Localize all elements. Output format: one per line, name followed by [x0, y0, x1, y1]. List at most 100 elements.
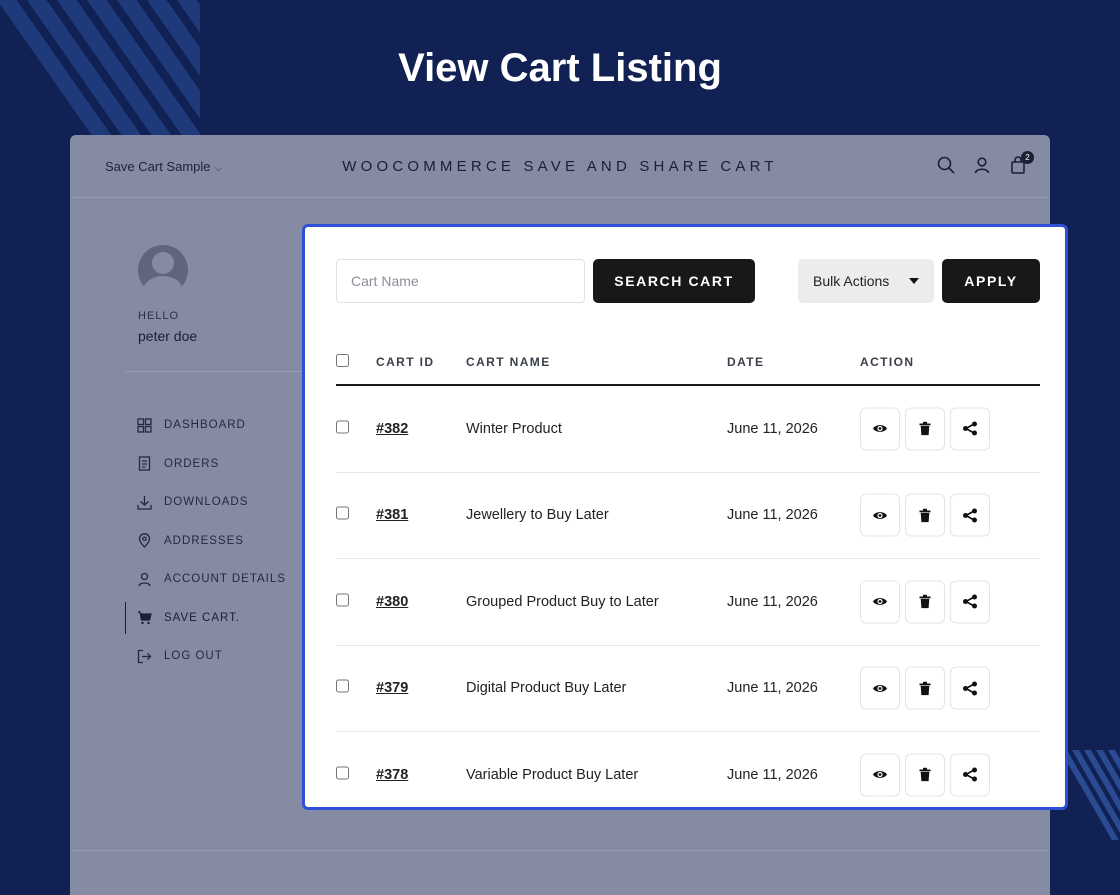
- table-row: #380 Grouped Product Buy to Later June 1…: [336, 559, 1040, 646]
- account-sidebar: HELLO peter doe DASHBOARD ORDERS DOWNLOA…: [125, 245, 305, 663]
- cart-name: Grouped Product Buy to Later: [466, 593, 659, 610]
- site-brand[interactable]: WOOCOMMERCE SAVE AND SHARE CART: [70, 158, 1050, 175]
- delete-button[interactable]: [905, 753, 945, 797]
- delete-button[interactable]: [905, 493, 945, 537]
- table-row: #382 Winter Product June 11, 2026: [336, 386, 1040, 473]
- share-button[interactable]: [950, 493, 990, 537]
- nav-item-save-cart[interactable]: SAVE CART.: [125, 599, 286, 638]
- eye-icon: [873, 684, 887, 692]
- share-button[interactable]: [950, 753, 990, 797]
- nav-item-dashboard[interactable]: DASHBOARD: [125, 406, 286, 445]
- eye-icon: [873, 511, 887, 519]
- nav-item-orders[interactable]: ORDERS: [125, 445, 286, 484]
- user-icon: [137, 572, 152, 587]
- view-button[interactable]: [860, 493, 900, 537]
- trash-icon: [919, 681, 931, 695]
- cart-name: Winter Product: [466, 420, 562, 437]
- orders-icon: [137, 456, 152, 471]
- search-icon[interactable]: [936, 155, 956, 175]
- cart-date: June 11, 2026: [727, 507, 818, 524]
- footer-divider: [70, 850, 1050, 851]
- row-checkbox[interactable]: [336, 420, 349, 434]
- share-icon: [963, 508, 977, 523]
- nav-label: DASHBOARD: [164, 419, 246, 432]
- nav-label: ORDERS: [164, 457, 220, 470]
- row-checkbox[interactable]: [336, 679, 349, 693]
- share-icon: [963, 681, 977, 696]
- cart-name: Jewellery to Buy Later: [466, 507, 609, 524]
- table-row: #379 Digital Product Buy Later June 11, …: [336, 646, 1040, 732]
- divider: [125, 371, 305, 372]
- select-all-checkbox-wrap: [336, 354, 349, 370]
- cart-icon: [137, 610, 152, 625]
- nav-label: LOG OUT: [164, 650, 223, 663]
- table-header: CART ID CART NAME DATE ACTION: [336, 340, 1040, 386]
- nav-item-account-details[interactable]: ACCOUNT DETAILS: [125, 560, 286, 599]
- logout-icon: [137, 649, 152, 664]
- cart-date: June 11, 2026: [727, 420, 818, 437]
- dashboard-icon: [137, 418, 152, 433]
- nav-item-addresses[interactable]: ADDRESSES: [125, 522, 286, 561]
- bulk-actions-select[interactable]: Bulk Actions: [798, 259, 934, 303]
- trash-icon: [919, 422, 931, 436]
- row-actions: [860, 580, 990, 624]
- caret-down-icon: [909, 278, 919, 284]
- share-icon: [963, 767, 977, 782]
- hello-label: HELLO: [138, 310, 180, 322]
- header-icons: 2: [936, 151, 1034, 175]
- cart-name: Digital Product Buy Later: [466, 680, 627, 697]
- row-actions: [860, 753, 990, 797]
- account-nav: DASHBOARD ORDERS DOWNLOADS ADDRESSES ACC…: [125, 406, 286, 676]
- row-actions: [860, 407, 990, 451]
- row-checkbox[interactable]: [336, 593, 349, 607]
- nav-label: DOWNLOADS: [164, 496, 249, 509]
- select-all-checkbox[interactable]: [336, 354, 349, 367]
- cart-listing-panel: SEARCH CART Bulk Actions APPLY CART ID C…: [302, 224, 1068, 810]
- delete-button[interactable]: [905, 580, 945, 624]
- share-icon: [963, 594, 977, 609]
- trash-icon: [919, 508, 931, 522]
- search-cart-button[interactable]: SEARCH CART: [593, 259, 755, 303]
- table-row: #378 Variable Product Buy Later June 11,…: [336, 732, 1040, 818]
- nav-label: ADDRESSES: [164, 534, 244, 547]
- cart-id-link[interactable]: #379: [376, 680, 408, 696]
- nav-label: SAVE CART.: [164, 611, 241, 624]
- share-button[interactable]: [950, 407, 990, 451]
- cart-id-link[interactable]: #380: [376, 594, 408, 610]
- cart-id-link[interactable]: #378: [376, 767, 408, 783]
- header-cart-id: CART ID: [376, 355, 435, 369]
- row-checkbox[interactable]: [336, 766, 349, 780]
- user-icon[interactable]: [972, 155, 992, 175]
- view-button[interactable]: [860, 753, 900, 797]
- view-button[interactable]: [860, 666, 900, 710]
- header-cart-name: CART NAME: [466, 355, 551, 369]
- nav-label: ACCOUNT DETAILS: [164, 573, 286, 586]
- cart-id-link[interactable]: #381: [376, 507, 408, 523]
- apply-button[interactable]: APPLY: [942, 259, 1040, 303]
- hero-title: View Cart Listing: [398, 46, 722, 90]
- row-checkbox[interactable]: [336, 506, 349, 520]
- cart-date: June 11, 2026: [727, 680, 818, 697]
- cart-bag-icon[interactable]: 2: [1008, 151, 1034, 175]
- cart-date: June 11, 2026: [727, 593, 818, 610]
- trash-icon: [919, 768, 931, 782]
- header-date: DATE: [727, 355, 765, 369]
- trash-icon: [919, 595, 931, 609]
- cart-name: Variable Product Buy Later: [466, 766, 639, 783]
- share-button[interactable]: [950, 580, 990, 624]
- share-button[interactable]: [950, 666, 990, 710]
- view-button[interactable]: [860, 407, 900, 451]
- cart-name-input[interactable]: [336, 259, 585, 303]
- eye-icon: [873, 598, 887, 606]
- download-icon: [137, 495, 152, 510]
- cart-id-link[interactable]: #382: [376, 421, 408, 437]
- cart-date: June 11, 2026: [727, 766, 818, 783]
- view-button[interactable]: [860, 580, 900, 624]
- delete-button[interactable]: [905, 666, 945, 710]
- delete-button[interactable]: [905, 407, 945, 451]
- nav-item-downloads[interactable]: DOWNLOADS: [125, 483, 286, 522]
- header-action: ACTION: [860, 355, 915, 369]
- share-icon: [963, 421, 977, 436]
- site-header: Save Cart Sample ⌵ WOOCOMMERCE SAVE AND S…: [70, 135, 1050, 198]
- nav-item-logout[interactable]: LOG OUT: [125, 637, 286, 676]
